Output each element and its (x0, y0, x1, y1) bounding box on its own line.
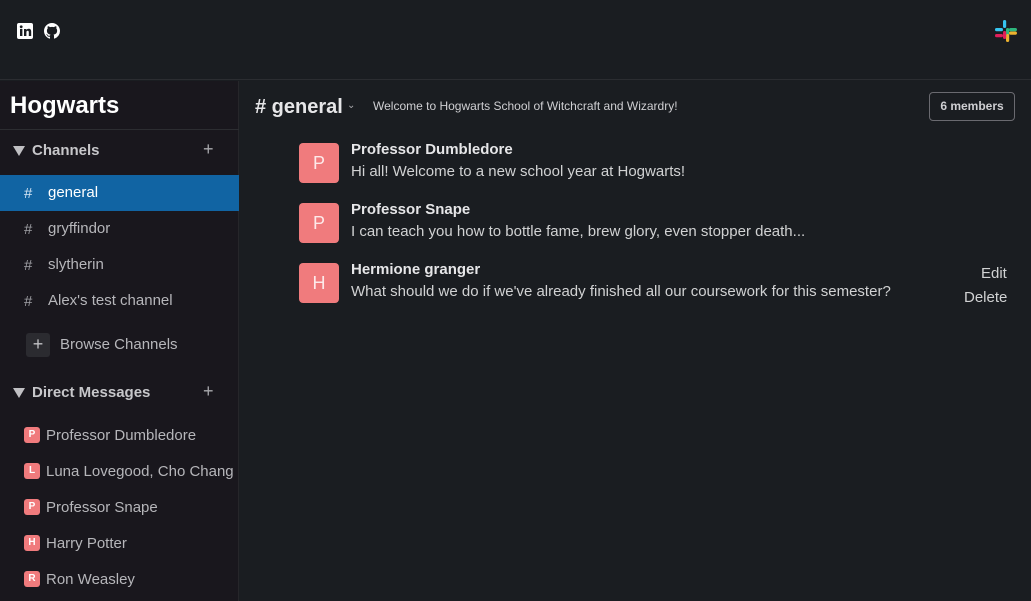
avatar[interactable]: H (299, 263, 339, 303)
sidebar-item-slytherin[interactable]: # slytherin (0, 247, 239, 283)
avatar[interactable]: P (299, 143, 339, 183)
chevron-down-icon[interactable]: ⌄ (347, 100, 355, 111)
linkedin-icon[interactable] (17, 23, 33, 39)
members-button[interactable]: 6 members (929, 92, 1015, 121)
message: P Professor Snape I can teach you how to… (299, 201, 1019, 243)
hash-icon: # (24, 293, 33, 310)
sidebar: Hogwarts Channels + # general # gryffind… (0, 81, 239, 601)
message-pane: # general ⌄ Welcome to Hogwarts School o… (240, 81, 1031, 601)
workspace-name[interactable]: Hogwarts (10, 92, 119, 120)
dm-item-ron-weasley[interactable]: R Ron Weasley (24, 570, 236, 590)
sidebar-item-general[interactable]: # general (0, 175, 239, 211)
dm-item-professor-dumbledore[interactable]: P Professor Dumbledore (24, 426, 236, 446)
top-bar (0, 0, 1031, 80)
channel-name: slytherin (48, 256, 104, 273)
plus-icon: + (26, 333, 50, 357)
hash-icon: # (24, 257, 33, 274)
caret-down-icon[interactable] (13, 388, 25, 398)
caret-down-icon[interactable] (13, 146, 25, 156)
channel-title[interactable]: # general (255, 96, 343, 119)
avatar[interactable]: P (299, 203, 339, 243)
message-author[interactable]: Professor Dumbledore (351, 141, 513, 158)
message-author[interactable]: Hermione granger (351, 261, 480, 278)
dm-name: Luna Lovegood, Cho Chang (46, 463, 234, 480)
sidebar-item-alex-test-channel[interactable]: # Alex's test channel (0, 283, 239, 319)
channel-name: gryffindor (48, 220, 111, 237)
dm-section-label: Direct Messages (32, 384, 151, 401)
edit-button[interactable]: Edit (981, 265, 1007, 282)
dm-name: Ron Weasley (46, 571, 135, 588)
message-author[interactable]: Professor Snape (351, 201, 470, 218)
channels-section-header[interactable]: Channels + (0, 139, 239, 164)
dm-section-header[interactable]: Direct Messages + (0, 381, 239, 406)
github-icon[interactable] (44, 23, 60, 39)
hash-icon: # (24, 221, 33, 238)
dm-name: Professor Snape (46, 499, 158, 516)
hash-icon: # (24, 185, 33, 202)
channel-topic: Welcome to Hogwarts School of Witchcraft… (373, 99, 678, 113)
sidebar-item-gryffindor[interactable]: # gryffindor (0, 211, 239, 247)
delete-button[interactable]: Delete (964, 289, 1007, 306)
add-channel-icon[interactable]: + (203, 139, 214, 159)
dm-item-luna-cho[interactable]: L Luna Lovegood, Cho Chang (24, 462, 236, 482)
dm-name: Harry Potter (46, 535, 127, 552)
avatar: P (24, 499, 40, 515)
avatar: L (24, 463, 40, 479)
browse-channels-button[interactable]: + Browse Channels (26, 333, 226, 357)
message-text: Hi all! Welcome to a new school year at … (351, 163, 686, 180)
avatar: R (24, 571, 40, 587)
dm-item-professor-snape[interactable]: P Professor Snape (24, 498, 236, 518)
message: H Hermione granger What should we do if … (299, 261, 1019, 306)
dm-name: Professor Dumbledore (46, 427, 197, 444)
channel-name: Alex's test channel (48, 292, 173, 309)
channels-section-label: Channels (32, 142, 100, 159)
browse-channels-label: Browse Channels (60, 336, 178, 353)
add-dm-icon[interactable]: + (203, 381, 214, 401)
message-text: What should we do if we've already finis… (351, 283, 891, 300)
channel-name: general (48, 184, 99, 201)
message-text: I can teach you how to bottle fame, brew… (351, 223, 806, 240)
divider (0, 129, 239, 130)
slack-logo[interactable] (994, 19, 1018, 43)
dm-item-harry-potter[interactable]: H Harry Potter (24, 534, 236, 554)
message: P Professor Dumbledore Hi all! Welcome t… (299, 141, 1019, 183)
avatar: H (24, 535, 40, 551)
avatar: P (24, 427, 40, 443)
